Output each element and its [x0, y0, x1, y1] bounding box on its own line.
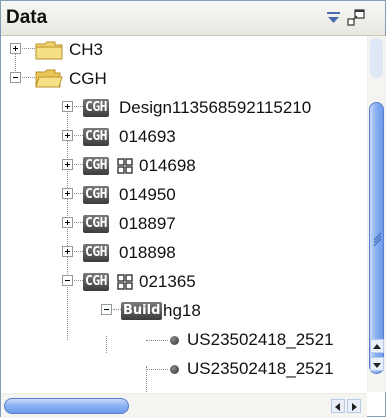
grip-icon — [374, 232, 381, 247]
cgh-type-icon: CGH — [83, 215, 109, 233]
bullet-icon — [170, 336, 179, 345]
scroll-track[interactable] — [370, 38, 383, 78]
expand-toggle[interactable] — [62, 159, 73, 170]
tree-node-label: CH3 — [69, 40, 104, 59]
cgh-type-icon: CGH — [83, 244, 109, 262]
tree-node-018898[interactable]: CGH 018898 — [1, 239, 367, 268]
expand-toggle[interactable] — [62, 130, 73, 141]
undock-button[interactable] — [347, 9, 365, 27]
down-arrow-icon — [373, 363, 381, 368]
scroll-down-button[interactable] — [370, 357, 384, 371]
dropdown-menu-icon — [327, 12, 340, 23]
cgh-type-icon: CGH — [83, 128, 109, 146]
cgh-type-icon: CGH — [83, 157, 109, 175]
collapse-toggle[interactable] — [101, 304, 112, 315]
expand-toggle[interactable] — [62, 101, 73, 112]
tree-node-021365[interactable]: CGH 021365 — [1, 268, 367, 297]
tree-node-sample-2[interactable]: US23502418_2521 — [1, 355, 367, 384]
grid-icon — [117, 274, 133, 290]
expand-toggle[interactable] — [62, 246, 73, 257]
grid-icon — [117, 158, 133, 174]
scroll-left-button[interactable] — [331, 399, 345, 413]
tree-node-014950[interactable]: CGH 014950 — [1, 181, 367, 210]
tree-node-label: 014693 — [119, 127, 176, 146]
panel-title: Data — [6, 7, 48, 28]
right-arrow-icon — [352, 403, 357, 411]
expand-toggle[interactable] — [10, 43, 21, 54]
folder-closed-icon — [35, 41, 63, 60]
tree-node-label: 021365 — [139, 272, 196, 291]
cgh-type-icon: CGH — [83, 273, 109, 291]
left-arrow-icon — [335, 403, 340, 411]
up-arrow-icon — [373, 344, 381, 349]
tree-node-014693[interactable]: CGH 014693 — [1, 123, 367, 152]
scroll-right-button[interactable] — [347, 399, 361, 413]
tree-node-design[interactable]: CGH Design113568592115210 — [1, 94, 367, 123]
tree-node-label: US23502418_2521 — [187, 359, 334, 378]
tree-node-label: 018897 — [119, 214, 176, 233]
cgh-type-icon: CGH — [83, 99, 109, 117]
tree-node-sample-1[interactable]: US23502418_2521 — [1, 326, 367, 355]
tree-node-ch3[interactable]: CH3 — [1, 36, 367, 65]
tree-node-label: 014950 — [119, 185, 176, 204]
undock-window-icon — [347, 9, 365, 26]
vertical-scrollbar[interactable] — [367, 36, 386, 392]
vertical-scroll-thumb[interactable] — [369, 102, 384, 374]
panel-menu-button[interactable] — [325, 9, 343, 27]
panel-titlebar: Data — [1, 1, 385, 36]
tree-node-label: 018898 — [119, 243, 176, 262]
horizontal-scroll-thumb[interactable] — [4, 398, 129, 414]
tree-node-018897[interactable]: CGH 018897 — [1, 210, 367, 239]
tree-node-label: hg18 — [163, 301, 201, 320]
bullet-icon — [170, 365, 179, 374]
tree-node-label: CGH — [69, 69, 107, 88]
data-panel: Data CH3 CGH CGH Design113568592115210 C… — [0, 0, 386, 418]
tree-node-label: Design113568592115210 — [119, 98, 312, 117]
build-type-icon: Build — [121, 302, 163, 320]
data-tree: CH3 CGH CGH Design113568592115210 CGH 01… — [1, 36, 367, 392]
cgh-type-icon: CGH — [83, 186, 109, 204]
expand-toggle[interactable] — [62, 188, 73, 199]
horizontal-scrollbar[interactable] — [1, 393, 367, 418]
tree-node-cgh[interactable]: CGH — [1, 65, 367, 94]
scroll-up-button[interactable] — [370, 339, 384, 353]
tree-node-014698[interactable]: CGH 014698 — [1, 152, 367, 181]
collapse-toggle[interactable] — [62, 275, 73, 286]
expand-toggle[interactable] — [62, 217, 73, 228]
tree-node-label: US23502418_2521 — [187, 330, 334, 349]
tree-node-hg18[interactable]: Build hg18 — [1, 297, 367, 326]
collapse-toggle[interactable] — [10, 72, 21, 83]
folder-open-icon — [35, 69, 63, 88]
tree-node-label: 014698 — [139, 156, 196, 175]
